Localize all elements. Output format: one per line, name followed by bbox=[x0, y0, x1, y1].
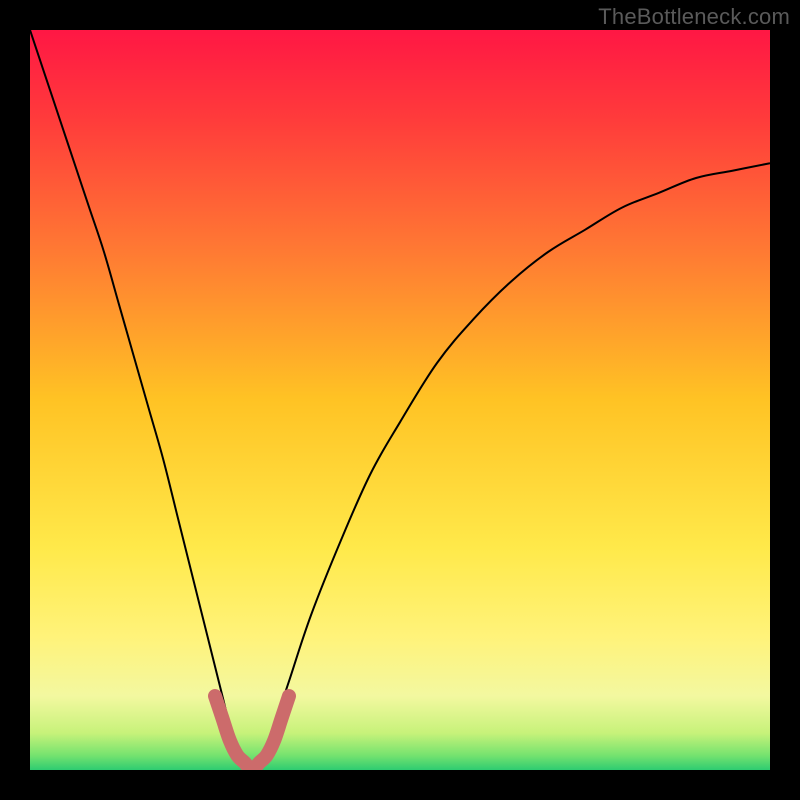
gradient-background bbox=[30, 30, 770, 770]
chart-outer-frame: TheBottleneck.com bbox=[0, 0, 800, 800]
watermark-text: TheBottleneck.com bbox=[598, 4, 790, 30]
plot-area bbox=[30, 30, 770, 770]
chart-svg bbox=[30, 30, 770, 770]
